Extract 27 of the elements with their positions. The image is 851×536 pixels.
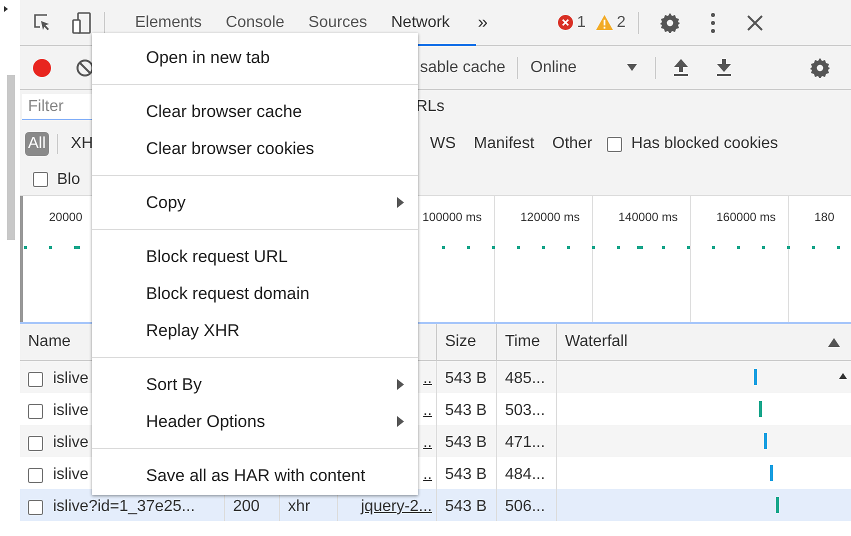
timeline-tick-label: 180: [814, 210, 834, 224]
request-type: xhr: [288, 498, 310, 516]
size-cell: 543 B: [445, 434, 487, 452]
size-cell: 543 B: [445, 466, 487, 484]
size-cell: 543 B: [445, 402, 487, 420]
timeline-tick-label: 100000 ms: [422, 210, 482, 224]
time-cell: 485...: [505, 370, 546, 388]
request-name: islive?id=1_37e25...: [53, 498, 195, 516]
warning-count: 2: [616, 14, 626, 32]
size-cell: 543 B: [445, 498, 487, 516]
checkbox-label: Blo: [57, 170, 80, 188]
timeline-tick-label: 160000 ms: [716, 210, 776, 224]
time-cell: 471...: [505, 434, 546, 452]
timeline-tick-label: 20000: [49, 210, 82, 224]
status-code: 200: [233, 498, 260, 516]
size-cell: 543 B: [445, 370, 487, 388]
request-name: islive: [53, 402, 89, 420]
checkbox-label: Has blocked cookies: [631, 135, 778, 153]
request-name: islive: [53, 466, 89, 484]
timeline-tick-label: 140000 ms: [618, 210, 678, 224]
time-cell: 484...: [505, 466, 546, 484]
time-cell: 506...: [505, 498, 546, 516]
request-name: islive: [53, 370, 89, 388]
error-count: 1: [576, 14, 586, 32]
request-name: islive: [53, 434, 89, 452]
time-cell: 503...: [505, 402, 546, 420]
timeline-tick-label: 120000 ms: [520, 210, 580, 224]
